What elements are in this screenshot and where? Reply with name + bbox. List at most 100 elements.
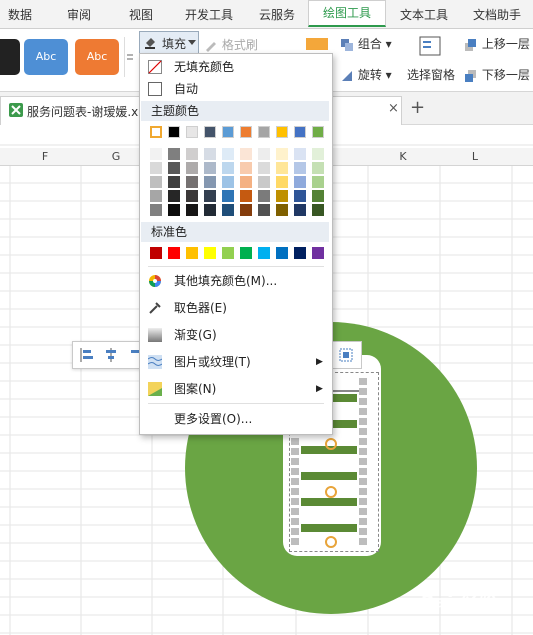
send-backward-button[interactable]: 下移一层 xyxy=(464,66,530,83)
group-button[interactable]: 组合 ▾ xyxy=(340,35,392,52)
theme-color-swatch[interactable] xyxy=(168,126,180,138)
theme-shade-swatch[interactable] xyxy=(294,176,306,188)
theme-shade-swatch[interactable] xyxy=(240,204,252,216)
theme-shade-swatch[interactable] xyxy=(276,148,288,160)
theme-shade-swatch[interactable] xyxy=(168,162,180,174)
theme-shade-swatch[interactable] xyxy=(258,176,270,188)
bring-forward-button[interactable]: 上移一层 xyxy=(464,35,530,52)
menu-gradient[interactable]: 渐变(G) xyxy=(140,324,330,346)
menu-eyedropper[interactable]: 取色器(E) xyxy=(140,297,330,319)
tab-data[interactable]: 数据 xyxy=(0,0,40,28)
standard-color-swatch[interactable] xyxy=(222,247,234,259)
align-left-icon[interactable] xyxy=(79,347,95,363)
standard-color-swatch[interactable] xyxy=(312,247,324,259)
selection-pane-icon[interactable] xyxy=(418,35,444,59)
standard-color-swatch[interactable] xyxy=(204,247,216,259)
theme-shade-swatch[interactable] xyxy=(240,176,252,188)
shape-fill-preview[interactable] xyxy=(306,38,328,50)
selection-pane-label[interactable]: 选择窗格 xyxy=(407,66,455,83)
theme-color-swatch[interactable] xyxy=(204,126,216,138)
theme-shade-swatch[interactable] xyxy=(186,148,198,160)
theme-color-swatch[interactable] xyxy=(240,126,252,138)
tab-cloud[interactable]: 云服务 xyxy=(250,0,304,28)
column-header-k[interactable]: K xyxy=(368,148,438,165)
theme-shade-swatch[interactable] xyxy=(186,176,198,188)
menu-pattern[interactable]: 图案(N) ▶ xyxy=(140,378,330,400)
menu-picture-texture[interactable]: 图片或纹理(T) ▶ xyxy=(140,351,330,373)
theme-shade-swatch[interactable] xyxy=(186,162,198,174)
column-header-f[interactable]: F xyxy=(10,148,80,165)
format-painter-button[interactable]: 格式刷 xyxy=(204,36,258,53)
tab-developer[interactable]: 开发工具 xyxy=(178,0,240,28)
shape-style-orange[interactable]: Abc xyxy=(75,39,119,75)
shape-style-black[interactable] xyxy=(0,39,20,75)
theme-shade-swatch[interactable] xyxy=(204,204,216,216)
theme-shade-swatch[interactable] xyxy=(222,176,234,188)
theme-color-swatch[interactable] xyxy=(276,126,288,138)
fill-button[interactable]: 填充 xyxy=(139,31,199,55)
menu-no-fill[interactable]: 无填充颜色 xyxy=(140,56,330,78)
menu-more-settings[interactable]: 更多设置(O)... xyxy=(140,408,330,430)
tab-view[interactable]: 视图 xyxy=(118,0,164,28)
standard-color-swatch[interactable] xyxy=(294,247,306,259)
theme-shade-swatch[interactable] xyxy=(168,176,180,188)
theme-shade-swatch[interactable] xyxy=(150,148,162,160)
theme-shade-swatch[interactable] xyxy=(258,148,270,160)
theme-shade-swatch[interactable] xyxy=(186,204,198,216)
theme-shade-swatch[interactable] xyxy=(312,190,324,202)
theme-shade-swatch[interactable] xyxy=(276,204,288,216)
theme-shade-swatch[interactable] xyxy=(276,162,288,174)
theme-shade-swatch[interactable] xyxy=(222,204,234,216)
theme-shade-swatch[interactable] xyxy=(294,162,306,174)
style-gallery-scroll[interactable] xyxy=(124,37,135,77)
theme-shade-swatch[interactable] xyxy=(240,162,252,174)
standard-color-swatch[interactable] xyxy=(276,247,288,259)
theme-shade-swatch[interactable] xyxy=(204,148,216,160)
theme-shade-swatch[interactable] xyxy=(204,176,216,188)
theme-shade-swatch[interactable] xyxy=(258,204,270,216)
theme-shade-swatch[interactable] xyxy=(312,148,324,160)
menu-more-colors[interactable]: 其他填充颜色(M)... xyxy=(140,270,330,292)
theme-shade-swatch[interactable] xyxy=(150,176,162,188)
theme-shade-swatch[interactable] xyxy=(168,190,180,202)
theme-shade-swatch[interactable] xyxy=(294,148,306,160)
theme-shade-swatch[interactable] xyxy=(294,190,306,202)
theme-shade-swatch[interactable] xyxy=(168,148,180,160)
theme-shade-swatch[interactable] xyxy=(186,190,198,202)
theme-shade-swatch[interactable] xyxy=(276,176,288,188)
theme-color-swatch[interactable] xyxy=(258,126,270,138)
rotate-button[interactable]: 旋转 ▾ xyxy=(340,66,392,83)
theme-shade-swatch[interactable] xyxy=(312,204,324,216)
tab-text-tools[interactable]: 文本工具 xyxy=(388,0,460,28)
theme-shade-swatch[interactable] xyxy=(150,162,162,174)
theme-shade-swatch[interactable] xyxy=(150,190,162,202)
standard-color-swatch[interactable] xyxy=(240,247,252,259)
theme-color-swatch[interactable] xyxy=(312,126,324,138)
theme-shade-swatch[interactable] xyxy=(258,190,270,202)
theme-color-swatch[interactable] xyxy=(186,126,198,138)
theme-shade-swatch[interactable] xyxy=(294,204,306,216)
menu-auto[interactable]: 自动 xyxy=(140,78,330,100)
column-header-l[interactable]: L xyxy=(440,148,510,165)
selection-tool-button[interactable] xyxy=(330,341,362,369)
shape-style-blue[interactable]: Abc xyxy=(24,39,68,75)
close-tab-icon[interactable]: × xyxy=(388,101,399,116)
theme-color-swatch[interactable] xyxy=(294,126,306,138)
theme-shade-swatch[interactable] xyxy=(150,204,162,216)
theme-shade-swatch[interactable] xyxy=(240,190,252,202)
theme-color-swatch[interactable] xyxy=(150,126,162,138)
theme-shade-swatch[interactable] xyxy=(240,148,252,160)
theme-shade-swatch[interactable] xyxy=(258,162,270,174)
theme-shade-swatch[interactable] xyxy=(312,162,324,174)
new-tab-icon[interactable]: + xyxy=(410,97,425,118)
theme-shade-swatch[interactable] xyxy=(222,162,234,174)
standard-color-swatch[interactable] xyxy=(150,247,162,259)
theme-shade-swatch[interactable] xyxy=(204,190,216,202)
theme-shade-swatch[interactable] xyxy=(312,176,324,188)
theme-shade-swatch[interactable] xyxy=(222,148,234,160)
standard-color-swatch[interactable] xyxy=(168,247,180,259)
theme-shade-swatch[interactable] xyxy=(276,190,288,202)
theme-color-swatch[interactable] xyxy=(222,126,234,138)
standard-color-swatch[interactable] xyxy=(186,247,198,259)
align-center-icon[interactable] xyxy=(103,347,119,363)
